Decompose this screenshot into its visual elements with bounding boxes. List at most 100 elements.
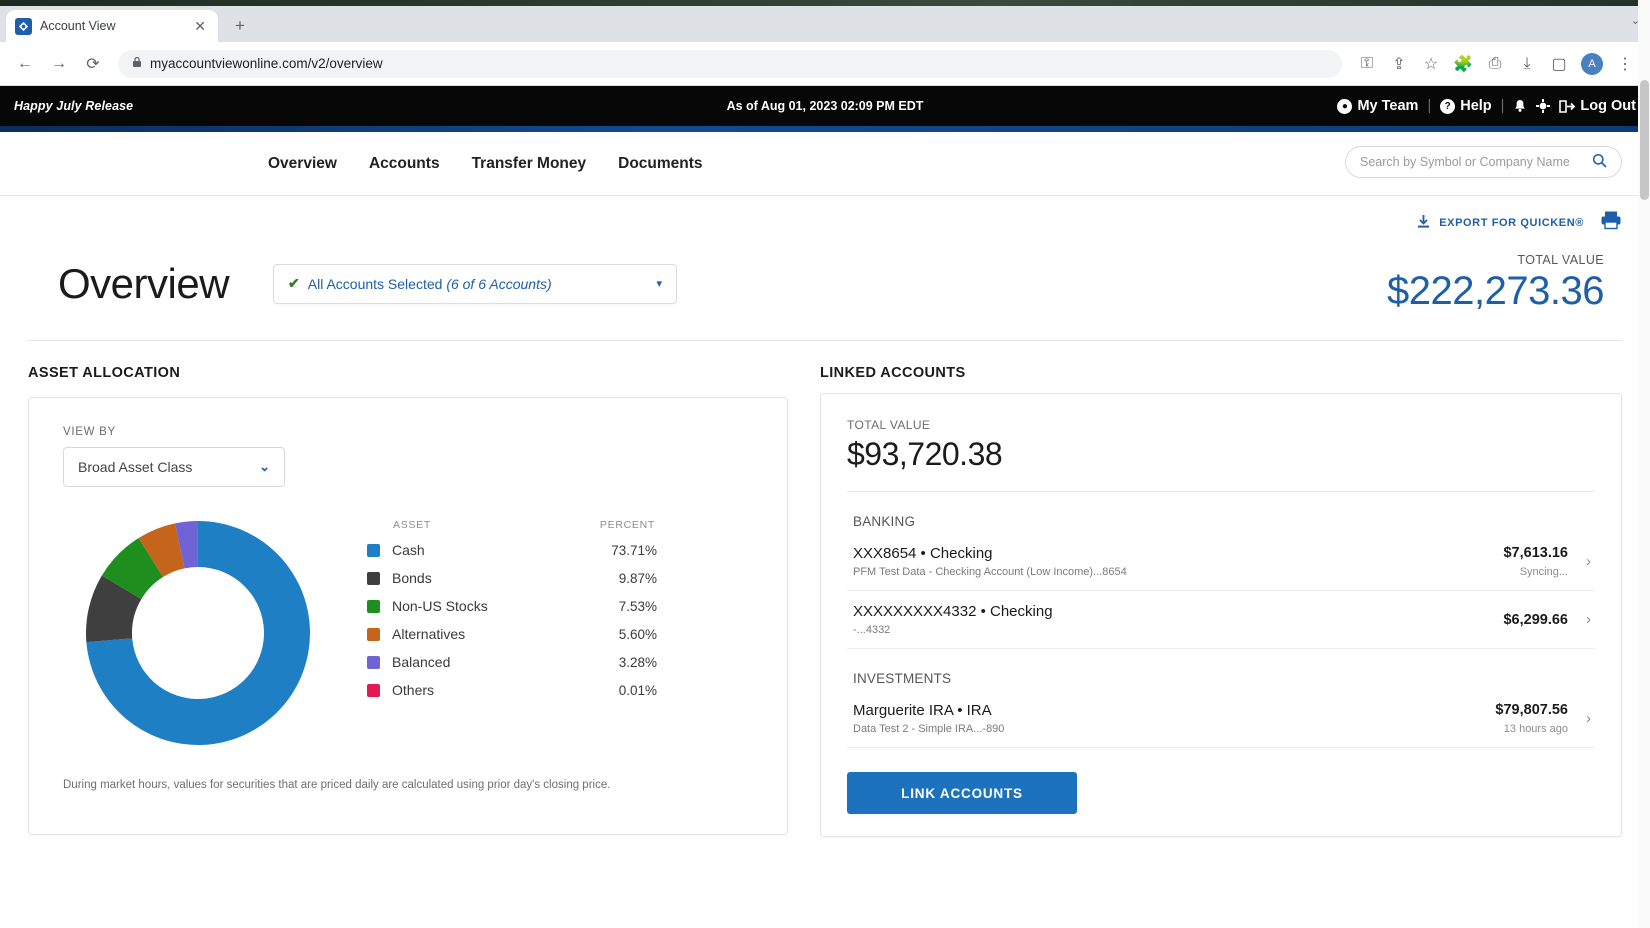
app-utility-bar: Happy July Release As of Aug 01, 2023 02… [0, 86, 1650, 126]
nav-link-overview[interactable]: Overview [268, 155, 337, 173]
nav-links: Overview Accounts Transfer Money Documen… [268, 155, 703, 173]
account-groups: BANKING XXX8654 • Checking PFM Test Data -… [847, 514, 1595, 748]
page-scrollbar[interactable] [1638, 0, 1650, 928]
account-row[interactable]: XXX8654 • Checking PFM Test Data - Checki… [847, 533, 1595, 591]
browser-tab[interactable]: Account View ✕ [6, 10, 218, 42]
page-content: EXPORT FOR QUICKEN® Overview ✔ All Accou… [0, 196, 1650, 837]
account-info: XXX8654 • Checking PFM Test Data - Checki… [853, 545, 1503, 578]
legend-percent: 0.01% [618, 682, 657, 698]
my-team-button[interactable]: ● My Team [1337, 98, 1418, 114]
account-description: -...4332 [853, 624, 891, 636]
help-button[interactable]: ? Help [1440, 98, 1492, 114]
chart-legend: ASSET PERCENT Cash 73.71% Bonds 9.87% Non-US… [367, 519, 657, 704]
download-icon[interactable]: ⤓ [1512, 49, 1542, 79]
cast-icon[interactable]: ⎙ [1480, 49, 1510, 79]
star-icon[interactable]: ☆ [1416, 49, 1446, 79]
linked-total-label: TOTAL VALUE [847, 418, 931, 432]
account-status: 13 hours ago [1503, 723, 1568, 735]
legend-rows: Cash 73.71% Bonds 9.87% Non-US Stocks 7.53% Al… [367, 536, 657, 704]
divider [847, 491, 1595, 492]
account-description: PFM Test Data - Checking Account (Low In… [853, 566, 1127, 578]
my-team-label: My Team [1357, 98, 1419, 114]
page-header-row: Overview ✔ All Accounts Selected (6 of 6… [28, 235, 1622, 341]
share-icon[interactable]: ⇪ [1384, 49, 1414, 79]
sidepanel-icon[interactable]: ▢ [1544, 49, 1574, 79]
legend-row[interactable]: Non-US Stocks 7.53% [367, 592, 657, 620]
close-icon[interactable]: ✕ [191, 17, 209, 35]
forward-icon[interactable]: → [44, 49, 74, 79]
search-box[interactable] [1345, 146, 1622, 178]
link-accounts-button[interactable]: LINK ACCOUNTS [847, 772, 1077, 814]
search-icon[interactable] [1592, 153, 1607, 171]
nav-link-transfer-money[interactable]: Transfer Money [472, 155, 587, 173]
extensions-icon[interactable]: 🧩 [1448, 49, 1478, 79]
avatar[interactable]: A [1581, 52, 1603, 75]
legend-row[interactable]: Alternatives 5.60% [367, 620, 657, 648]
account-row[interactable]: XXXXXXXXX4332 • Checking -...4332 $6,299.6… [847, 591, 1595, 649]
legend-row[interactable]: Bonds 9.87% [367, 564, 657, 592]
account-value-block: $79,807.56 13 hours ago [1495, 702, 1568, 735]
total-value-block: TOTAL VALUE $222,273.36 [1387, 253, 1622, 314]
legend-percent: 5.60% [618, 626, 657, 642]
chevron-right-icon[interactable]: › [1586, 553, 1591, 570]
linked-accounts-column: LINKED ACCOUNTS TOTAL VALUE $93,720.38 B… [820, 365, 1622, 837]
browser-toolbar: ← → ⟳ myaccountviewonline.com/v2/overvie… [0, 42, 1650, 86]
gear-icon [1536, 99, 1551, 113]
account-selector-label: All Accounts Selected (6 of 6 Accounts) [308, 276, 552, 292]
new-tab-button[interactable]: + [226, 12, 254, 40]
favicon-icon [15, 17, 32, 35]
account-row[interactable]: Marguerite IRA • IRA Data Test 2 - Simple… [847, 690, 1595, 748]
chevron-down-icon[interactable]: ▾ [657, 277, 663, 290]
back-icon[interactable]: ← [10, 49, 40, 79]
notifications-button[interactable] [1513, 99, 1527, 114]
account-selector-dropdown[interactable]: ✔ All Accounts Selected (6 of 6 Accounts… [273, 263, 678, 304]
menu-icon[interactable]: ⋮ [1610, 49, 1640, 79]
reload-icon[interactable]: ⟳ [78, 49, 108, 79]
legend-col-percent: PERCENT [599, 519, 655, 531]
legend-row[interactable]: Cash 73.71% [367, 536, 657, 564]
account-description: Data Test 2 - Simple IRA...-890 [853, 723, 1005, 735]
chevron-right-icon[interactable]: › [1586, 611, 1591, 628]
nav-link-documents[interactable]: Documents [618, 155, 702, 173]
account-value-block: $6,299.66 [1503, 612, 1568, 628]
view-by-dropdown[interactable]: Broad Asset Class ⌄ [63, 447, 285, 487]
logout-button[interactable]: Log Out [1559, 98, 1636, 114]
content-columns: ASSET ALLOCATION VIEW BY Broad Asset Cla… [24, 341, 1626, 837]
legend-header: ASSET PERCENT [367, 519, 657, 536]
linked-accounts-card: TOTAL VALUE $93,720.38 BANKING XXX8654 • … [820, 393, 1622, 837]
site-navigation: Overview Accounts Transfer Money Documen… [0, 132, 1650, 196]
legend-row[interactable]: Others 0.01% [367, 676, 657, 704]
logout-label: Log Out [1580, 98, 1636, 114]
legend-label: Balanced [392, 654, 451, 670]
url-text: myaccountviewonline.com/v2/overview [150, 56, 383, 71]
nav-link-accounts[interactable]: Accounts [369, 155, 440, 173]
scrollbar-thumb[interactable] [1640, 80, 1649, 200]
legend-label: Others [392, 682, 435, 698]
account-info: Marguerite IRA • IRA Data Test 2 - Simple… [853, 702, 1495, 735]
chart-row: ASSET PERCENT Cash 73.71% Bonds 9.87% Non-US… [63, 509, 753, 753]
account-status: Syncing... [1519, 566, 1568, 578]
utility-row: EXPORT FOR QUICKEN® [24, 196, 1626, 235]
account-selector-text: All Accounts Selected [307, 275, 443, 292]
divider: | [1500, 98, 1505, 114]
chevron-right-icon[interactable]: › [1586, 710, 1591, 727]
legend-label: Bonds [392, 570, 432, 586]
account-selector-detail: (6 of 6 Accounts) [446, 275, 552, 292]
asset-allocation-title: ASSET ALLOCATION [28, 365, 181, 381]
bell-icon [1515, 99, 1526, 112]
account-value-block: $7,613.16 Syncing... [1503, 545, 1568, 578]
key-icon[interactable]: ⚿ [1352, 49, 1382, 79]
printer-icon[interactable] [1600, 210, 1622, 235]
lock-icon [132, 56, 142, 71]
legend-row[interactable]: Balanced 3.28% [367, 648, 657, 676]
account-name: Marguerite IRA • IRA [853, 702, 992, 719]
legend-swatch-icon [367, 543, 380, 557]
search-input[interactable] [1360, 155, 1592, 169]
linked-accounts-title: LINKED ACCOUNTS [820, 365, 966, 381]
settings-button[interactable] [1536, 99, 1551, 113]
chevron-down-icon[interactable]: ⌄ [259, 459, 270, 475]
legend-col-asset: ASSET [393, 519, 431, 531]
address-bar[interactable]: myaccountviewonline.com/v2/overview [118, 49, 1342, 78]
export-for-quicken-button[interactable]: EXPORT FOR QUICKEN® [1416, 214, 1584, 232]
legend-label: Alternatives [392, 626, 466, 642]
